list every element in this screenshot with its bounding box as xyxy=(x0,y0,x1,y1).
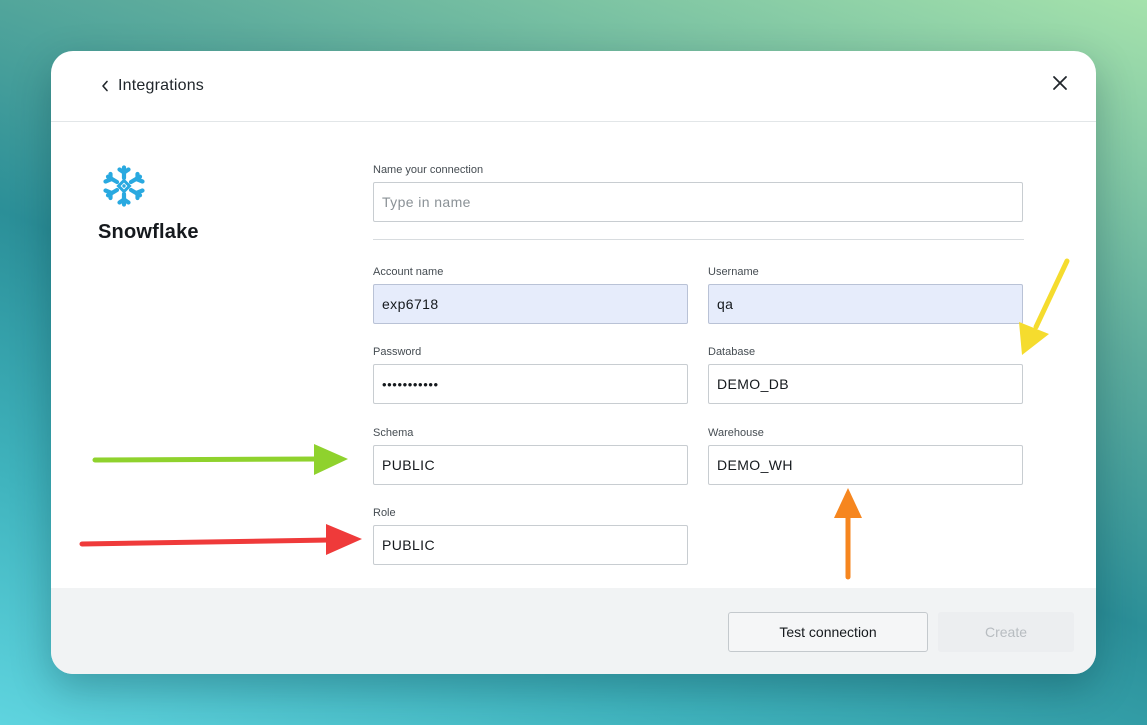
role-label: Role xyxy=(373,507,396,519)
modal-header: Integrations xyxy=(51,51,1096,122)
password-label: Password xyxy=(373,346,422,358)
close-button[interactable] xyxy=(1050,73,1070,93)
integration-name: Snowflake xyxy=(98,221,199,243)
password-field: Password ••••••••••• xyxy=(373,346,688,404)
schema-input[interactable]: PUBLIC xyxy=(373,445,688,485)
database-field: Database DEMO_DB xyxy=(708,346,1023,404)
schema-field: Schema PUBLIC xyxy=(373,427,688,485)
connection-name-field: Name your connection Type in name xyxy=(373,164,1023,222)
create-button[interactable]: Create xyxy=(938,612,1074,652)
account-name-input[interactable]: exp6718 xyxy=(373,284,688,324)
back-link-label: Integrations xyxy=(118,77,205,94)
chevron-left-icon xyxy=(102,80,108,92)
warehouse-input[interactable]: DEMO_WH xyxy=(708,445,1023,485)
database-input[interactable]: DEMO_DB xyxy=(708,364,1023,404)
account-name-field: Account name exp6718 xyxy=(373,266,688,324)
back-to-integrations-link[interactable]: Integrations xyxy=(101,75,204,97)
account-name-label: Account name xyxy=(373,266,444,278)
integration-modal: Integrations Snowflake Name your connect… xyxy=(51,51,1096,674)
warehouse-label: Warehouse xyxy=(708,427,764,439)
snowflake-logo-icon xyxy=(103,165,145,207)
connection-name-label: Name your connection xyxy=(373,164,484,176)
role-input[interactable]: PUBLIC xyxy=(373,525,688,565)
modal-footer: Test connection Create xyxy=(51,588,1096,674)
close-icon xyxy=(1053,76,1067,90)
connection-name-input[interactable]: Type in name xyxy=(373,182,1023,222)
warehouse-field: Warehouse DEMO_WH xyxy=(708,427,1023,485)
password-input[interactable]: ••••••••••• xyxy=(373,364,688,404)
username-field: Username qa xyxy=(708,266,1023,324)
role-field: Role PUBLIC xyxy=(373,507,688,565)
database-label: Database xyxy=(708,346,756,358)
schema-label: Schema xyxy=(373,427,414,439)
test-connection-button[interactable]: Test connection xyxy=(728,612,928,652)
username-label: Username xyxy=(708,266,759,278)
username-input[interactable]: qa xyxy=(708,284,1023,324)
form-divider xyxy=(373,239,1024,240)
integration-brand: Snowflake xyxy=(98,164,199,244)
